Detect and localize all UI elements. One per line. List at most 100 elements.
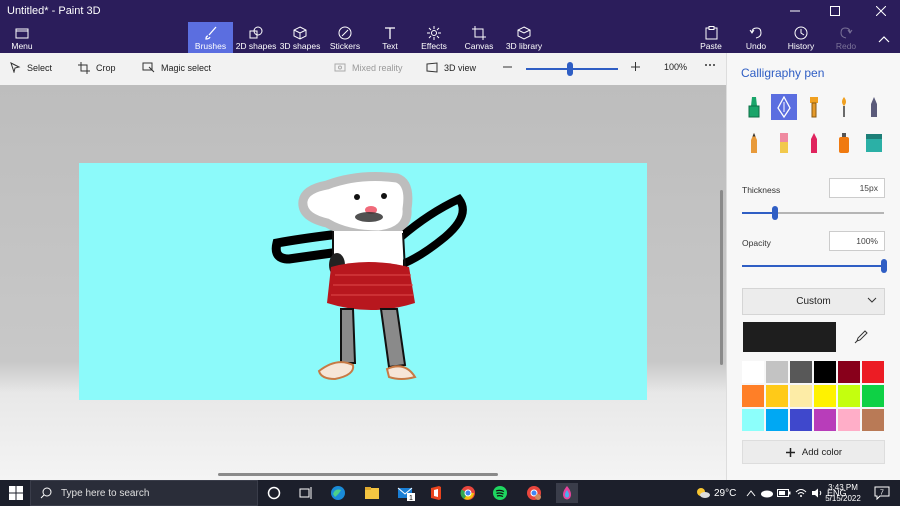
zoom-value: 100% bbox=[664, 62, 687, 72]
collapse-ribbon-button[interactable] bbox=[874, 22, 894, 53]
tab-stickers[interactable]: Stickers bbox=[326, 22, 364, 53]
add-color-button[interactable]: Add color bbox=[742, 440, 885, 464]
brush-oil[interactable] bbox=[801, 94, 827, 120]
pixel-pen-icon bbox=[871, 97, 877, 117]
color-swatch-2[interactable] bbox=[790, 361, 812, 383]
color-mode-dropdown[interactable]: Custom bbox=[742, 288, 885, 315]
drawing-skirt bbox=[327, 262, 415, 310]
vertical-scrollbar[interactable] bbox=[720, 190, 723, 365]
brush-eraser[interactable] bbox=[771, 130, 797, 156]
color-swatch-8[interactable] bbox=[790, 385, 812, 407]
taskbar-search[interactable]: Type here to search bbox=[30, 480, 258, 506]
thickness-input[interactable]: 15px bbox=[829, 178, 885, 198]
color-swatch-16[interactable] bbox=[838, 409, 860, 431]
magic-select-button[interactable]: Magic select bbox=[142, 62, 211, 73]
weather-widget[interactable]: 29°C bbox=[696, 480, 736, 506]
thickness-slider-thumb[interactable] bbox=[772, 206, 778, 220]
taskbar-chrome[interactable] bbox=[458, 483, 478, 503]
minimize-button[interactable] bbox=[780, 0, 810, 22]
opacity-input[interactable]: 100% bbox=[829, 231, 885, 251]
notification-center-button[interactable]: 7 bbox=[872, 483, 892, 503]
redo-button[interactable]: Redo bbox=[832, 22, 860, 53]
tab-canvas[interactable]: Canvas bbox=[460, 22, 498, 53]
taskbar-chrome-profile[interactable] bbox=[524, 483, 544, 503]
brush-pixel-pen[interactable] bbox=[861, 94, 887, 120]
zoom-out-button[interactable] bbox=[502, 61, 513, 72]
tab-text[interactable]: Text bbox=[372, 22, 408, 53]
color-swatch-17[interactable] bbox=[862, 409, 884, 431]
color-swatch-10[interactable] bbox=[838, 385, 860, 407]
horizontal-scrollbar[interactable] bbox=[218, 473, 498, 476]
brush-fill[interactable] bbox=[861, 130, 887, 156]
color-swatch-6[interactable] bbox=[742, 385, 764, 407]
opacity-slider-thumb[interactable] bbox=[881, 259, 887, 273]
taskbar-file-explorer[interactable] bbox=[362, 483, 382, 503]
color-swatch-7[interactable] bbox=[766, 385, 788, 407]
history-button[interactable]: History bbox=[786, 22, 816, 53]
current-color-swatch[interactable] bbox=[743, 322, 836, 352]
wifi-icon[interactable] bbox=[795, 488, 807, 498]
maximize-icon bbox=[830, 6, 840, 16]
brush-spray-can[interactable] bbox=[831, 130, 857, 156]
minimize-icon bbox=[790, 10, 800, 12]
zoom-slider-thumb[interactable] bbox=[567, 62, 573, 76]
color-swatch-12[interactable] bbox=[742, 409, 764, 431]
select-button[interactable]: Select bbox=[10, 62, 52, 73]
close-button[interactable] bbox=[866, 0, 896, 22]
color-swatch-3[interactable] bbox=[814, 361, 836, 383]
notification-icon: 7 bbox=[874, 486, 890, 500]
tab-3d-library[interactable]: 3D library bbox=[503, 22, 545, 53]
color-swatch-4[interactable] bbox=[838, 361, 860, 383]
close-icon bbox=[876, 6, 886, 16]
drawing-canvas[interactable] bbox=[79, 163, 647, 400]
color-swatch-9[interactable] bbox=[814, 385, 836, 407]
drawing-eye-left bbox=[354, 194, 360, 200]
color-swatch-15[interactable] bbox=[814, 409, 836, 431]
tool-options-bar: Select Crop Magic select Mixed reality 3… bbox=[0, 53, 726, 85]
taskbar-office[interactable] bbox=[426, 483, 446, 503]
3d-view-button[interactable]: 3D view bbox=[426, 62, 476, 73]
color-swatch-5[interactable] bbox=[862, 361, 884, 383]
start-button[interactable] bbox=[6, 483, 26, 503]
clock[interactable]: 3:43 PM 5/15/2022 bbox=[820, 482, 866, 504]
eyedropper-button[interactable] bbox=[837, 322, 885, 352]
more-options-button[interactable] bbox=[704, 59, 716, 71]
task-view-button[interactable] bbox=[296, 483, 316, 503]
cloud-icon[interactable] bbox=[760, 488, 773, 498]
brush-calligraphy-pen[interactable] bbox=[771, 94, 797, 120]
color-swatch-1[interactable] bbox=[766, 361, 788, 383]
color-swatch-13[interactable] bbox=[766, 409, 788, 431]
thickness-slider[interactable] bbox=[742, 206, 884, 220]
color-swatch-14[interactable] bbox=[790, 409, 812, 431]
cortana-button[interactable] bbox=[264, 483, 284, 503]
spray-can-icon bbox=[839, 133, 849, 153]
windows-logo-icon bbox=[9, 486, 23, 500]
brush-pencil[interactable] bbox=[741, 130, 767, 156]
battery-icon[interactable] bbox=[777, 488, 791, 498]
maximize-button[interactable] bbox=[820, 0, 850, 22]
menu-button[interactable]: Menu bbox=[2, 22, 42, 53]
chevron-up-icon[interactable] bbox=[746, 489, 756, 497]
brush-watercolor[interactable] bbox=[831, 94, 857, 120]
menu-label: Menu bbox=[11, 41, 33, 51]
brush-marker[interactable] bbox=[741, 94, 767, 120]
watercolor-icon bbox=[842, 97, 846, 117]
undo-button[interactable]: Undo bbox=[742, 22, 770, 53]
zoom-in-button[interactable] bbox=[630, 61, 641, 72]
tab-3d-shapes[interactable]: 3D shapes bbox=[280, 22, 320, 53]
paste-button[interactable]: Paste bbox=[696, 22, 726, 53]
taskbar-spotify[interactable] bbox=[490, 483, 510, 503]
chrome-profile-icon bbox=[527, 486, 541, 500]
color-swatch-0[interactable] bbox=[742, 361, 764, 383]
brush-crayon[interactable] bbox=[801, 130, 827, 156]
crop-button[interactable]: Crop bbox=[78, 62, 116, 74]
mixed-reality-button[interactable]: Mixed reality bbox=[334, 62, 403, 73]
taskbar-edge[interactable] bbox=[328, 483, 348, 503]
color-swatch-11[interactable] bbox=[862, 385, 884, 407]
taskbar-paint-3d[interactable] bbox=[556, 483, 578, 503]
tab-brushes[interactable]: Brushes bbox=[188, 22, 233, 53]
taskbar-mail[interactable]: 1 bbox=[396, 483, 416, 503]
tab-effects[interactable]: Effects bbox=[416, 22, 452, 53]
tab-2d-shapes[interactable]: 2D shapes bbox=[236, 22, 276, 53]
opacity-slider[interactable] bbox=[742, 259, 887, 273]
